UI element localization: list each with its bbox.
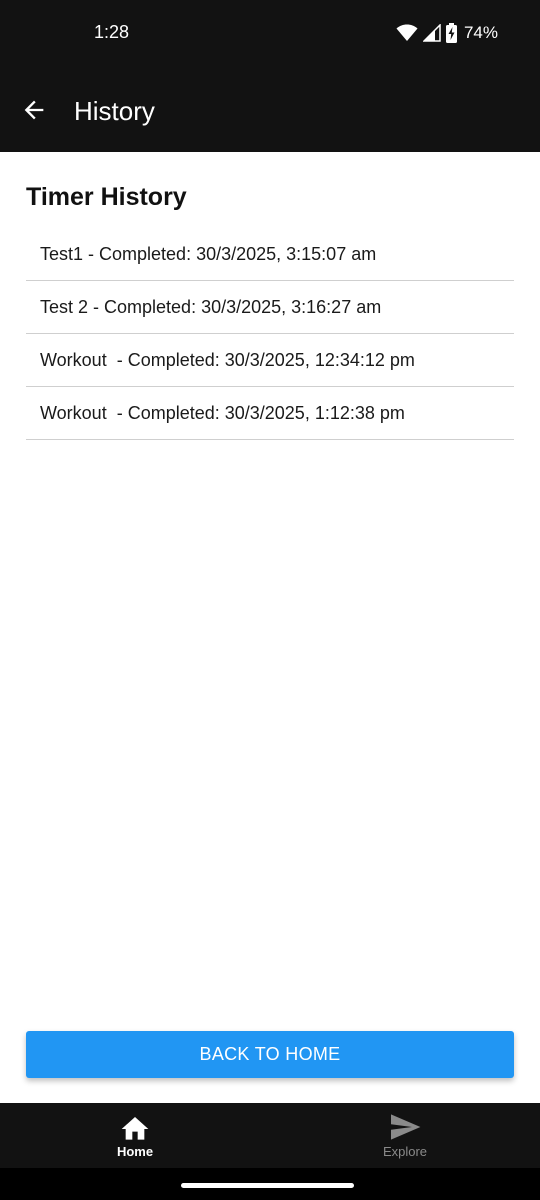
gesture-handle[interactable] xyxy=(181,1183,354,1188)
battery-percent: 74% xyxy=(463,23,498,42)
section-title: Timer History xyxy=(26,183,187,211)
gesture-area xyxy=(0,1168,540,1200)
nav-item-home[interactable]: Home xyxy=(0,1103,270,1168)
list-item: Test 2 - Completed: 30/3/2025, 3:16:27 a… xyxy=(26,281,514,334)
history-list: Test1 - Completed: 30/3/2025, 3:15:07 am… xyxy=(26,228,514,440)
home-icon xyxy=(121,1117,149,1140)
cell-signal-icon xyxy=(422,24,441,42)
history-content: Timer History Test1 - Completed: 30/3/20… xyxy=(26,180,514,440)
back-to-home-button[interactable]: BACK TO HOME xyxy=(26,1031,514,1078)
status-icons: 74% xyxy=(396,22,498,44)
page-title: History xyxy=(74,96,155,126)
send-icon xyxy=(391,1114,421,1140)
nav-item-explore[interactable]: Explore xyxy=(270,1103,540,1168)
nav-label-explore: Explore xyxy=(382,1144,428,1159)
app-bar: History xyxy=(0,68,540,152)
status-time: 1:28 xyxy=(94,22,130,42)
arrow-back-icon[interactable] xyxy=(20,96,48,124)
battery-charging-icon xyxy=(445,23,457,43)
list-item: Workout - Completed: 30/3/2025, 12:34:12… xyxy=(26,334,514,387)
bottom-nav: Home Explore xyxy=(0,1103,540,1168)
list-item: Test1 - Completed: 30/3/2025, 3:15:07 am xyxy=(26,228,514,281)
status-bar: 1:28 74% xyxy=(0,0,540,68)
wifi-icon xyxy=(396,24,418,41)
history-screen: 1:28 74% History Timer History Test1 - C… xyxy=(0,0,540,1200)
nav-label-home: Home xyxy=(116,1144,154,1159)
list-item: Workout - Completed: 30/3/2025, 1:12:38 … xyxy=(26,387,514,440)
